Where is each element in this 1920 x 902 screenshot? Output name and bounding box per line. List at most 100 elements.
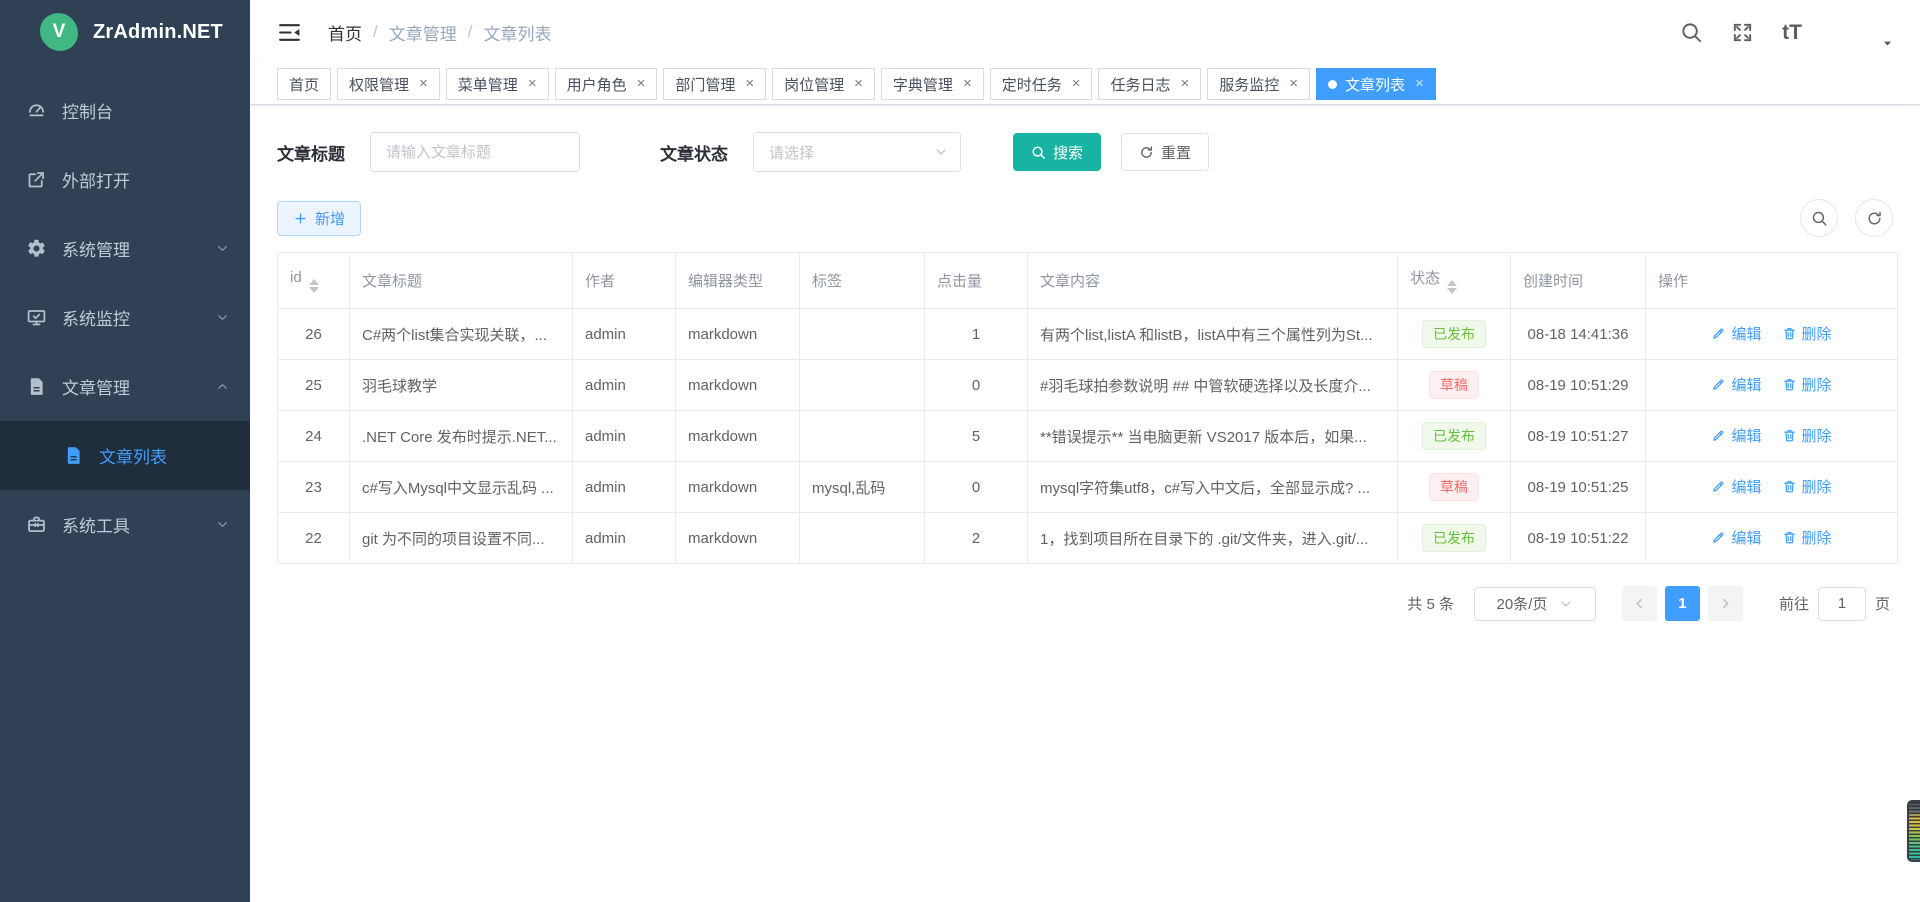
user-menu[interactable]	[1830, 10, 1894, 54]
cell-clicks: 5	[925, 411, 1028, 462]
cell-id: 24	[278, 411, 350, 462]
tab-label: 文章列表	[1345, 74, 1405, 95]
column-label: 标签	[812, 273, 842, 290]
delete-button[interactable]: 删除	[1782, 323, 1832, 344]
article-title-input[interactable]	[370, 132, 580, 172]
cell-title: .NET Core 发布时提示.NET...	[350, 411, 573, 462]
cell-status: 已发布	[1398, 513, 1511, 564]
sidebar-collapse-icon[interactable]	[277, 20, 302, 45]
cell-content: 有两个list,listA 和listB，listA中有三个属性列为St...	[1028, 309, 1398, 360]
font-size-icon[interactable]: tT	[1782, 22, 1802, 43]
status-badge: 已发布	[1422, 320, 1486, 348]
cell-editor: markdown	[676, 411, 800, 462]
tab-服务监控[interactable]: 服务监控×	[1207, 68, 1310, 100]
close-icon[interactable]: ×	[526, 76, 537, 92]
tab-部门管理[interactable]: 部门管理 ×	[663, 68, 766, 100]
search-button[interactable]: 搜索	[1013, 133, 1101, 171]
cell-clicks: 0	[925, 360, 1028, 411]
tab-任务日志[interactable]: 任务日志×	[1098, 68, 1201, 100]
sidebar-subitem-article-list[interactable]: 文章列表	[0, 421, 250, 490]
tab-label: 部门管理	[675, 74, 735, 95]
tab-文章列表[interactable]: 文章列表 ×	[1316, 68, 1436, 100]
tab-字典管理[interactable]: 字典管理×	[881, 68, 984, 100]
trash-icon	[1782, 428, 1797, 443]
cell-content: mysql字符集utf8，c#写入中文后，全部显示成? ...	[1028, 462, 1398, 513]
delete-button[interactable]: 删除	[1782, 425, 1832, 446]
chevron-down-icon	[215, 241, 230, 256]
close-icon[interactable]: ×	[1179, 76, 1190, 92]
table-row: 25羽毛球教学adminmarkdown0#羽毛球拍参数说明 ## 中管软硬选择…	[278, 360, 1898, 411]
column-label: 操作	[1658, 273, 1688, 290]
edit-button[interactable]: 编辑	[1711, 425, 1761, 446]
user-avatar[interactable]	[1830, 10, 1874, 54]
close-icon[interactable]: ×	[852, 76, 863, 92]
cell-tags	[800, 309, 925, 360]
article-status-select[interactable]: 请选择	[753, 132, 961, 172]
column-label: 文章内容	[1040, 273, 1100, 290]
add-button[interactable]: 新增	[277, 201, 361, 236]
refresh-icon	[1139, 145, 1154, 160]
column-label: id	[290, 269, 302, 286]
cell-author: admin	[573, 513, 676, 564]
chevron-down-icon	[1559, 597, 1573, 611]
close-icon[interactable]: ×	[635, 76, 646, 92]
sidebar-item-label: 文章管理	[62, 374, 130, 399]
tab-定时任务[interactable]: 定时任务×	[990, 68, 1093, 100]
delete-button[interactable]: 删除	[1782, 374, 1832, 395]
tab-权限管理[interactable]: 权限管理×	[337, 68, 440, 100]
pagination: 共 5 条 20条/页 1 前	[277, 586, 1893, 621]
breadcrumb-item[interactable]: 首页	[328, 20, 362, 45]
app-logo[interactable]: V ZrAdmin.NET	[0, 0, 250, 64]
fullscreen-icon[interactable]	[1731, 21, 1754, 44]
edit-button[interactable]: 编辑	[1711, 374, 1761, 395]
cell-author: admin	[573, 360, 676, 411]
toggle-search-button[interactable]	[1800, 199, 1838, 237]
cell-id: 23	[278, 462, 350, 513]
app-root: V ZrAdmin.NET 控制台外部打开系统管理系统监控文章管理文章列表系统工…	[0, 0, 1920, 902]
sidebar-item-monitor[interactable]: 系统监控	[0, 283, 250, 352]
tab-菜单管理[interactable]: 菜单管理×	[446, 68, 549, 100]
close-icon[interactable]: ×	[743, 76, 754, 92]
delete-button[interactable]: 删除	[1782, 476, 1832, 497]
breadcrumb-item: 文章管理	[389, 20, 457, 45]
close-icon[interactable]: ×	[1413, 76, 1424, 92]
tab-首页[interactable]: 首页	[277, 68, 331, 100]
sort-caret-icon[interactable]	[1447, 280, 1457, 294]
refresh-table-button[interactable]	[1855, 199, 1893, 237]
delete-button[interactable]: 删除	[1782, 527, 1832, 548]
close-icon[interactable]: ×	[1070, 76, 1081, 92]
edit-label: 编辑	[1731, 476, 1761, 497]
page-number-1[interactable]: 1	[1665, 586, 1700, 621]
sidebar-item-system[interactable]: 系统管理	[0, 214, 250, 283]
header-search-icon[interactable]	[1680, 21, 1703, 44]
tab-label: 首页	[289, 74, 319, 95]
tab-岗位管理[interactable]: 岗位管理×	[772, 68, 875, 100]
edit-button[interactable]: 编辑	[1711, 476, 1761, 497]
cell-content: **错误提示** 当电脑更新 VS2017 版本后，如果...	[1028, 411, 1398, 462]
column-header-status[interactable]: 状态	[1398, 253, 1511, 309]
page-size-select[interactable]: 20条/页	[1474, 587, 1596, 621]
edit-button[interactable]: 编辑	[1711, 323, 1761, 344]
close-icon[interactable]: ×	[961, 76, 972, 92]
reset-button[interactable]: 重置	[1121, 133, 1209, 171]
sidebar-item-tools[interactable]: 系统工具	[0, 490, 250, 559]
sidebar-item-console[interactable]: 控制台	[0, 76, 250, 145]
tab-用户角色[interactable]: 用户角色×	[555, 68, 658, 100]
close-icon[interactable]: ×	[1287, 76, 1298, 92]
pagination-total: 共 5 条	[1407, 593, 1454, 614]
next-page-button[interactable]	[1708, 586, 1743, 621]
top-navbar: 首页/文章管理/文章列表 tT	[250, 0, 1920, 64]
close-icon[interactable]: ×	[417, 76, 428, 92]
sort-caret-icon[interactable]	[309, 279, 319, 293]
cell-content: 1，找到项目所在目录下的 .git/文件夹，进入.git/...	[1028, 513, 1398, 564]
goto-page-input[interactable]	[1818, 587, 1866, 621]
column-header-id[interactable]: id	[278, 253, 350, 309]
sidebar-item-article[interactable]: 文章管理	[0, 352, 250, 421]
edit-button[interactable]: 编辑	[1711, 527, 1761, 548]
sidebar-item-external[interactable]: 外部打开	[0, 145, 250, 214]
delete-label: 删除	[1802, 425, 1832, 446]
cell-actions: 编辑删除	[1646, 309, 1898, 360]
prev-page-button[interactable]	[1622, 586, 1657, 621]
cell-author: admin	[573, 462, 676, 513]
edit-icon	[1711, 530, 1726, 545]
